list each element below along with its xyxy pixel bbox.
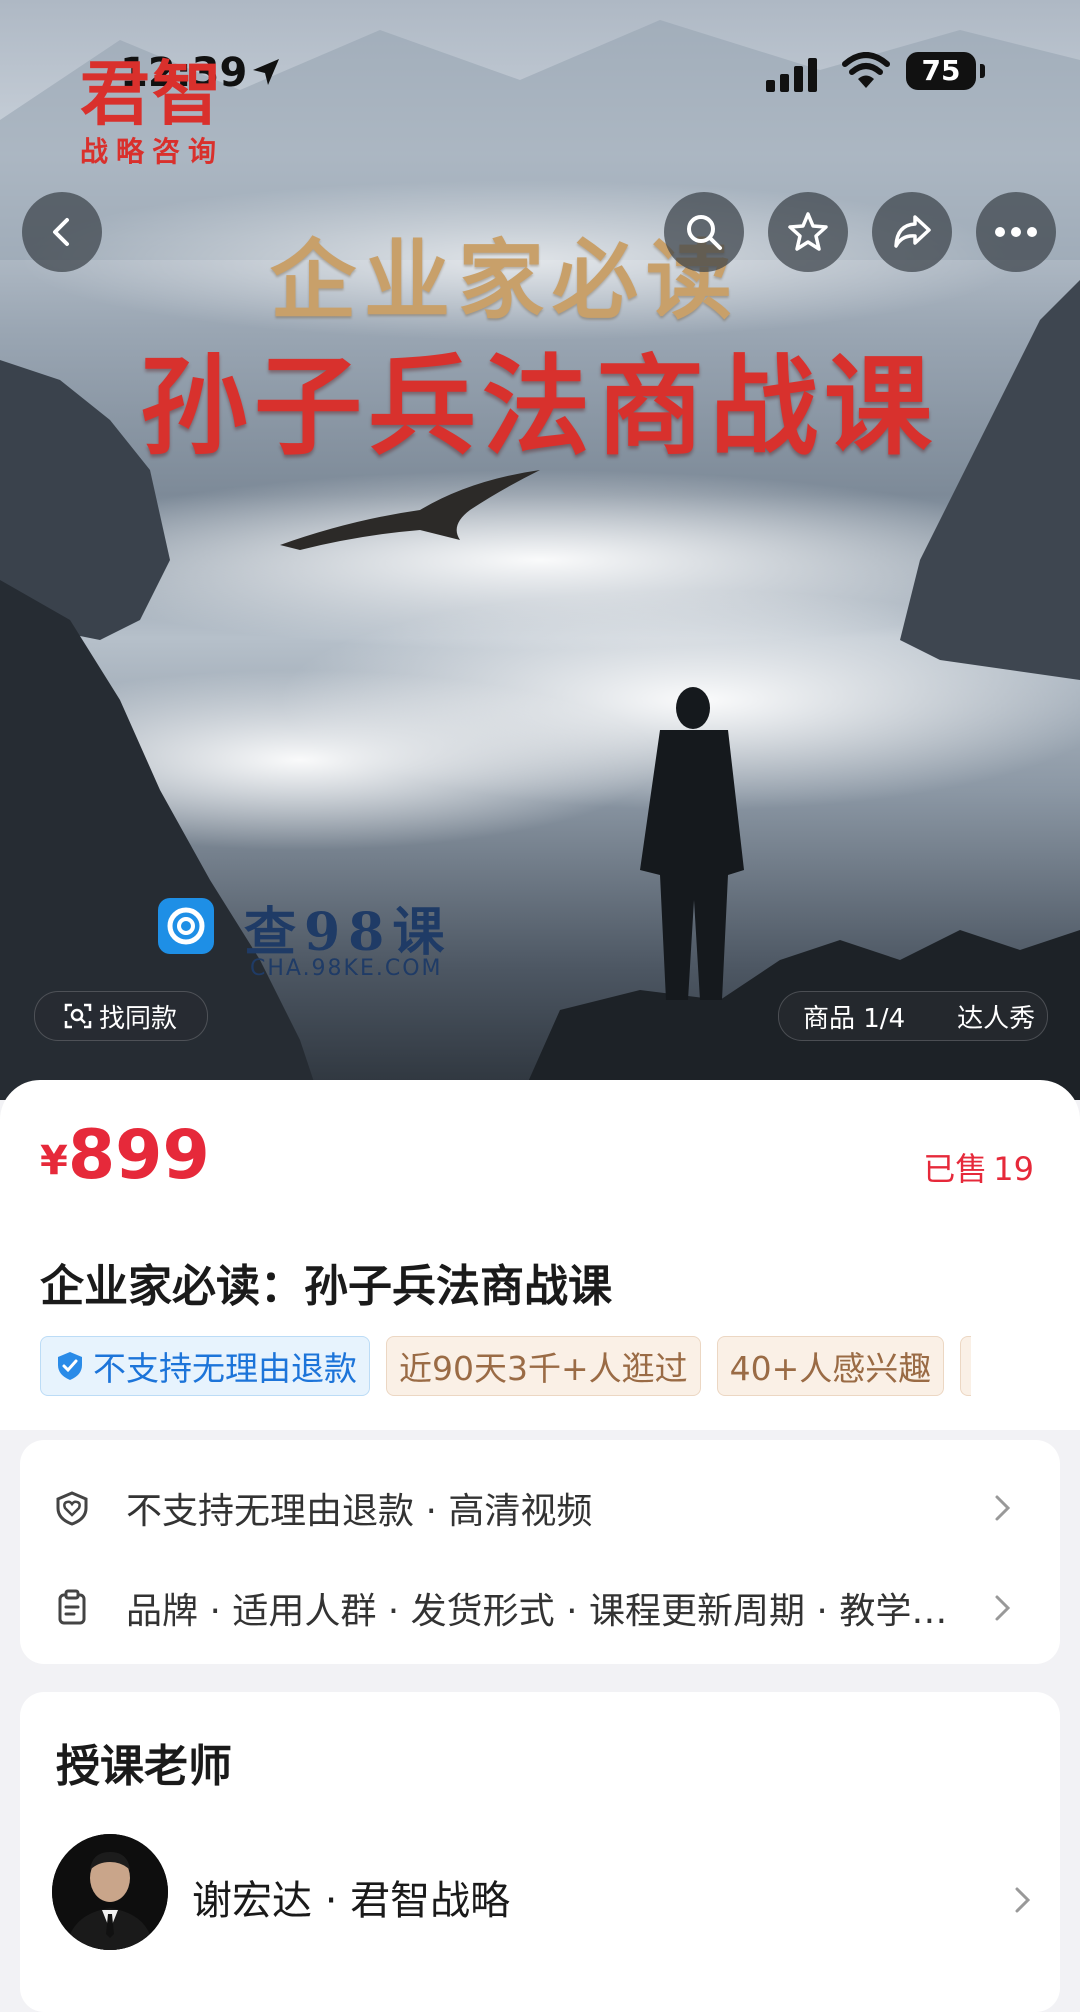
- detail-section: 不支持无理由退款 · 高清视频 品牌 · 适用人群 · 发货形式 · 课程更新周…: [0, 1430, 1080, 2012]
- tag-overflow: [960, 1336, 972, 1396]
- params-row[interactable]: 品牌 · 适用人群 · 发货形式 · 课程更新周期 · 教学…: [50, 1578, 1030, 1638]
- search-button[interactable]: [664, 192, 744, 272]
- favorite-button[interactable]: [768, 192, 848, 272]
- tag-no-refund[interactable]: 不支持无理由退款: [40, 1336, 370, 1396]
- watermark-url: CHA.98KE.COM: [250, 956, 443, 981]
- service-row[interactable]: 不支持无理由退款 · 高清视频: [50, 1478, 1030, 1538]
- tag-label: 近90天3千+人逛过: [399, 1349, 688, 1388]
- teacher-heading: 授课老师: [56, 1741, 232, 1792]
- teacher-card: 授课老师 谢宏达 · 君智战略: [20, 1692, 1060, 2012]
- logo-main-text: 君智: [80, 53, 224, 135]
- find-similar-label: 找同款: [99, 1003, 178, 1034]
- teacher-name[interactable]: 谢宏达 · 君智战略: [192, 1868, 510, 1926]
- logo-sub-text: 战略咨询: [80, 135, 225, 168]
- price-value: 899: [67, 1116, 210, 1195]
- shield-heart-icon: [56, 1491, 88, 1526]
- chevron-right-icon: [995, 1595, 1011, 1621]
- params-row-text: 品牌 · 适用人群 · 发货形式 · 课程更新周期 · 教学…: [126, 1591, 948, 1632]
- gallery-counter[interactable]: 商品 1/4: [803, 998, 905, 1035]
- gallery-tabs: 商品 1/4 达人秀: [778, 991, 1048, 1041]
- tag-label: 不支持无理由退款: [93, 1349, 357, 1388]
- cellular-signal-icon: [766, 58, 817, 92]
- brand-logo: 君智 战略咨询: [80, 58, 224, 170]
- watermark-text: 查98课: [244, 902, 453, 963]
- back-icon: [53, 218, 69, 246]
- search-icon: [687, 215, 722, 250]
- tag-label: 40+人感兴趣: [729, 1349, 932, 1388]
- back-button[interactable]: [22, 192, 102, 272]
- service-row-text: 不支持无理由退款 · 高清视频: [126, 1491, 593, 1532]
- wifi-icon: [842, 52, 890, 88]
- tag-row: 不支持无理由退款 近90天3千+人逛过 40+人感兴趣: [40, 1336, 972, 1396]
- price-currency: ¥: [40, 1138, 68, 1184]
- share-icon: [894, 215, 931, 248]
- tag-visitors[interactable]: 近90天3千+人逛过: [386, 1336, 701, 1396]
- sold-label: 已售: [923, 1150, 988, 1188]
- poster-title-line2: 孙子兵法商战课: [140, 345, 939, 470]
- battery-indicator: 75: [906, 52, 976, 90]
- teacher-avatar[interactable]: [52, 1834, 168, 1950]
- share-button[interactable]: [872, 192, 952, 272]
- scan-icon: [64, 1003, 92, 1029]
- find-similar-button[interactable]: 找同款: [34, 991, 208, 1041]
- more-button[interactable]: [976, 192, 1056, 272]
- chevron-right-icon: [995, 1495, 1011, 1521]
- service-card: 不支持无理由退款 · 高清视频 品牌 · 适用人群 · 发货形式 · 课程更新周…: [20, 1440, 1060, 1664]
- sold-number: 19: [993, 1150, 1034, 1188]
- more-icon: [995, 227, 1037, 237]
- watermark-logo-icon: [158, 898, 214, 954]
- chevron-right-icon[interactable]: [1004, 1882, 1040, 1918]
- product-title: 企业家必读：孙子兵法商战课: [40, 1261, 612, 1312]
- battery-cap: [980, 64, 985, 78]
- star-icon: [788, 212, 828, 251]
- tag-interested[interactable]: 40+人感兴趣: [716, 1336, 945, 1396]
- influencer-show-tab[interactable]: 达人秀: [957, 998, 1035, 1035]
- product-info-panel: ¥899 已售 19 企业家必读：孙子兵法商战课 不支持无理由退款 近90天3千+…: [0, 1080, 1080, 2012]
- location-arrow-icon: [253, 59, 279, 85]
- price: ¥899: [40, 1116, 210, 1195]
- product-image-gallery[interactable]: 12:39 75 君智 战略咨询 企业家必读 孙子兵法商战课 查98课 CHA.…: [0, 0, 1080, 1100]
- clipboard-icon: [58, 1589, 86, 1625]
- shield-check-icon: [58, 1352, 82, 1380]
- sold-count: 已售 19: [923, 1144, 1034, 1190]
